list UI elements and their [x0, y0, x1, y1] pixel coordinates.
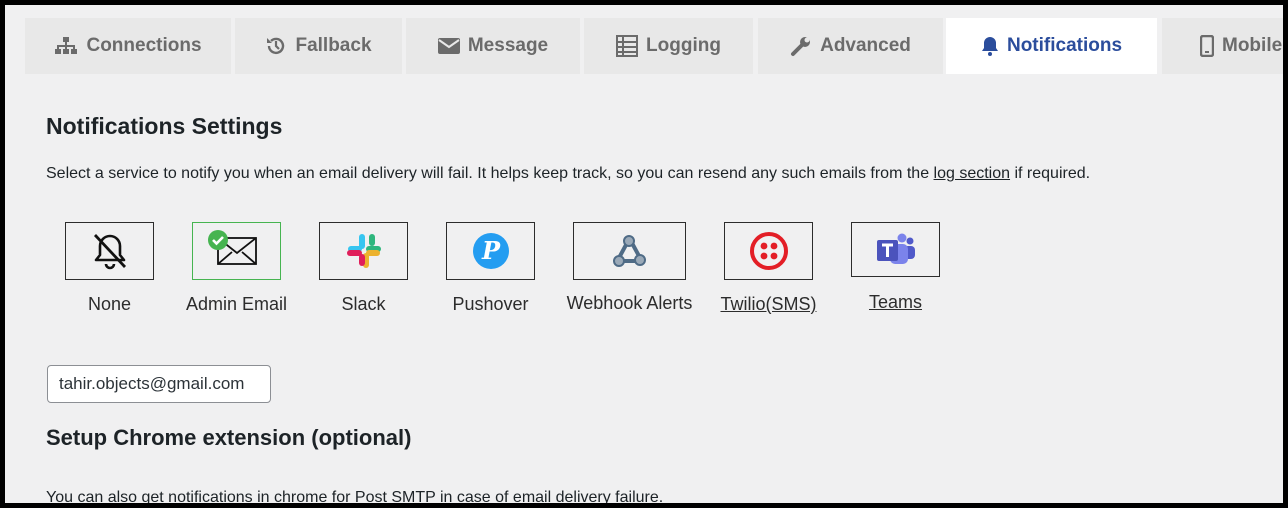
- list-icon: [616, 35, 639, 57]
- service-webhook[interactable]: Webhook Alerts: [567, 222, 692, 313]
- tab-mobile[interactable]: Mobile: [1162, 18, 1283, 74]
- slack-icon: [346, 234, 381, 268]
- service-label: Admin Email: [185, 294, 288, 314]
- page-title: Notifications Settings: [46, 113, 283, 139]
- settings-frame: Connections Fallback Message Logging Adv…: [5, 5, 1283, 503]
- service-none[interactable]: None: [65, 222, 154, 314]
- svg-text:P: P: [480, 236, 500, 265]
- tab-label: Advanced: [820, 35, 911, 56]
- service-label: Slack: [341, 294, 386, 314]
- twilio-icon: [749, 232, 788, 270]
- service-box: [65, 222, 154, 280]
- tab-label: Fallback: [295, 35, 372, 56]
- service-box: [192, 222, 281, 280]
- chrome-section-title: Setup Chrome extension (optional): [46, 425, 412, 450]
- webhook-icon: [612, 235, 646, 267]
- tab-bar: Connections Fallback Message Logging Adv…: [5, 18, 1283, 74]
- tab-fallback[interactable]: Fallback: [235, 18, 402, 74]
- tab-notifications[interactable]: Notifications: [946, 18, 1157, 74]
- tab-label: Logging: [646, 35, 721, 56]
- sitemap-icon: [55, 37, 78, 54]
- wrench-icon: [791, 37, 811, 56]
- service-label: None: [87, 294, 132, 314]
- page-description: Select a service to notify you when an e…: [46, 165, 1090, 183]
- log-section-link[interactable]: log section: [934, 165, 1011, 182]
- bell-slash-icon: [93, 234, 126, 270]
- tab-label: Connections: [86, 35, 202, 56]
- service-box: [573, 222, 686, 280]
- email-field[interactable]: [47, 365, 271, 403]
- tab-label: Mobile: [1222, 35, 1283, 56]
- service-slack[interactable]: Slack: [319, 222, 408, 314]
- history-icon: [267, 37, 285, 55]
- mobile-icon: [1200, 35, 1214, 57]
- service-box: [319, 222, 408, 280]
- tab-label: Message: [467, 35, 549, 56]
- service-twilio[interactable]: Twilio(SMS): [720, 222, 817, 314]
- teams-icon: [876, 233, 915, 264]
- check-icon: [208, 230, 228, 250]
- service-box: [851, 222, 940, 277]
- service-admin-email[interactable]: Admin Email: [186, 222, 287, 314]
- bell-icon: [981, 37, 998, 56]
- envelope-icon: [437, 38, 460, 54]
- service-box: P: [446, 222, 535, 280]
- service-box: [724, 222, 813, 280]
- tab-advanced[interactable]: Advanced: [758, 18, 943, 74]
- service-label: Twilio(SMS): [720, 294, 817, 314]
- tab-label: Notifications: [1006, 35, 1123, 56]
- tab-message[interactable]: Message: [406, 18, 580, 74]
- service-label: Webhook Alerts: [566, 293, 693, 313]
- tab-logging[interactable]: Logging: [584, 18, 753, 74]
- service-label: Teams: [868, 292, 923, 312]
- desc-text-end: if required.: [1010, 165, 1091, 182]
- desc-text: Select a service to notify you when an e…: [46, 165, 934, 182]
- tab-connections[interactable]: Connections: [25, 18, 231, 74]
- service-label: Pushover: [452, 294, 529, 314]
- service-teams[interactable]: Teams: [851, 222, 940, 312]
- chrome-section-text: You can also get notifications in chrome…: [46, 489, 664, 503]
- service-pushover[interactable]: P Pushover: [446, 222, 535, 314]
- pushover-icon: P: [472, 233, 509, 269]
